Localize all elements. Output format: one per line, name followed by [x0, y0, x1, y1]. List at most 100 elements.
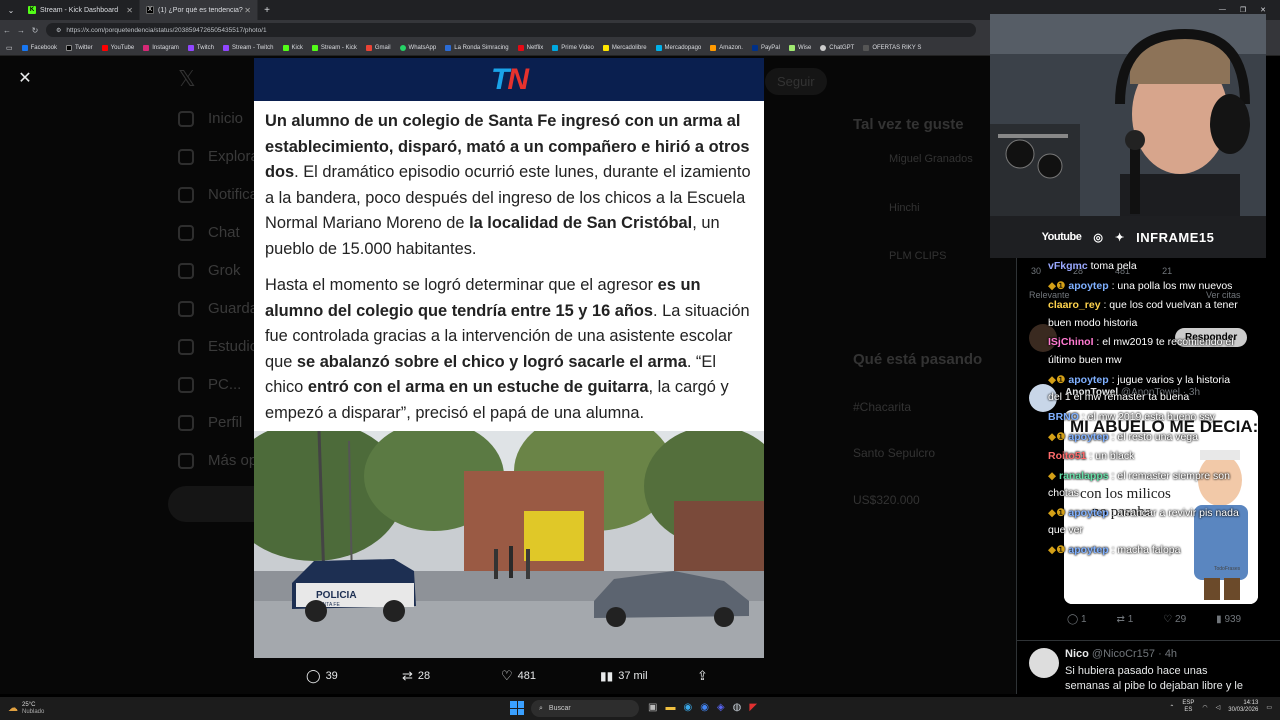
handle: @NicoCr157 · 4h	[1091, 648, 1178, 660]
chat-message: : un black	[1086, 450, 1135, 462]
nav-pc[interactable]: PC...	[178, 376, 241, 394]
chat-line: ◆❶ apoytep : macha falopa	[1048, 544, 1180, 557]
nav-profile[interactable]: Perfil	[178, 414, 242, 432]
tab-label: (1) ¿Por qué es tendencia? (@por...	[158, 6, 244, 14]
follow-button[interactable]: Seguir	[765, 68, 827, 95]
bookmark-la-ronda[interactable]: La Ronda Simracing	[445, 44, 509, 51]
weather-widget[interactable]: ☁ 25°C Nublado	[0, 702, 44, 716]
url-field[interactable]: ⚙ https://x.com/porquetendencia/status/2…	[46, 23, 976, 37]
bookmark-amazon[interactable]: Amazon.	[710, 44, 743, 51]
chat-username: ISjChinoI	[1048, 336, 1094, 348]
bookmark-mercadopago[interactable]: Mercadopago	[655, 44, 701, 51]
close-media-icon[interactable]: ✕	[16, 70, 34, 88]
bookmark-instagram[interactable]: Instagram	[143, 44, 179, 51]
bookmark-wise[interactable]: Wise	[788, 44, 811, 51]
chat-message: : macha falopa	[1108, 544, 1181, 556]
repost-icon[interactable]: ⇄ 1	[1117, 614, 1134, 625]
bookmark-youtube[interactable]: YouTube	[101, 44, 134, 51]
close-window-icon[interactable]: ✕	[1260, 6, 1266, 14]
nav-studio[interactable]: Estudio	[178, 338, 258, 356]
repost-button[interactable]: ⇄ 28	[402, 668, 430, 684]
bookmark-kick[interactable]: Kick	[282, 44, 303, 51]
app-icon[interactable]: ◤	[749, 702, 757, 713]
lang-code: ESP	[1182, 700, 1195, 706]
bookmark-prime[interactable]: Prime Video	[552, 44, 594, 51]
trend-3[interactable]: US$320.000	[853, 493, 920, 507]
taskbar-apps: ▣ ▬ ◉ ◉ ◈ ◍ ◤	[648, 702, 757, 713]
tab-search-icon[interactable]: ⌄	[0, 6, 22, 15]
suggestion-3[interactable]: PLM CLIPS	[889, 250, 946, 262]
nav-grok[interactable]: Grok	[178, 262, 241, 280]
site-info-icon[interactable]: ⚙	[56, 27, 61, 34]
new-tab-button[interactable]: +	[258, 5, 276, 16]
views-button[interactable]: ▮▮ 37 mil	[600, 669, 648, 683]
gmail-icon	[365, 44, 372, 51]
bookmark-twitch[interactable]: Twitch	[187, 44, 214, 51]
nav-home[interactable]: Inicio	[178, 110, 243, 128]
minimize-icon[interactable]: —	[1219, 6, 1226, 14]
bookmark-stream-kick[interactable]: Stream - Kick	[311, 44, 357, 51]
steam-icon[interactable]: ◍	[733, 702, 742, 713]
notifications-icon[interactable]: ▭	[1266, 704, 1272, 711]
taskbar-search[interactable]: ⌕ Buscar	[531, 700, 639, 717]
avatar[interactable]	[1029, 648, 1059, 678]
bookmark-mercadolibre[interactable]: Mercadolibre	[602, 44, 647, 51]
chat-line: BRNO : el mw 2019 esta bueno ssy	[1048, 411, 1215, 424]
suggestion-1[interactable]: Miguel Granados	[889, 153, 973, 165]
back-icon[interactable]: ←	[0, 26, 14, 35]
x-icon	[65, 44, 72, 51]
close-tab-icon[interactable]: ✕	[126, 6, 133, 15]
start-button[interactable]	[510, 701, 524, 715]
chrome-icon[interactable]: ◉	[700, 702, 709, 713]
close-tab-icon[interactable]: ✕	[244, 6, 251, 15]
chat-line: ◆❶ apoytep : una polla los mw nuevos	[1048, 280, 1232, 293]
whatsapp-icon	[399, 44, 406, 51]
discord-icon[interactable]: ◈	[717, 702, 725, 713]
windows-icon-pane	[517, 708, 524, 715]
heart-icon[interactable]: ♡ 29	[1163, 614, 1186, 625]
tab-x-post[interactable]: X (1) ¿Por qué es tendencia? (@por... ✕	[140, 0, 258, 20]
bookmark-ofertas[interactable]: OFERTAS RIKY S	[863, 44, 921, 51]
bookmark-gmail[interactable]: Gmail	[365, 44, 391, 51]
bookmark-label: Facebook	[30, 44, 57, 51]
views-icon[interactable]: ▮ 939	[1216, 614, 1241, 625]
reply-button[interactable]: ◯ 39	[306, 668, 338, 684]
bookmark-paypal[interactable]: PayPal	[751, 44, 780, 51]
trend-2[interactable]: Santo Sepulcro	[853, 446, 935, 460]
chat-line: ◆ ranalapps : el remaster siempre son	[1048, 470, 1230, 483]
chat-message: : el mw2019 te recomiendo el	[1093, 336, 1234, 348]
file-explorer-icon[interactable]: ▬	[665, 702, 675, 713]
tab-kick-dashboard[interactable]: K Stream - Kick Dashboard ✕	[22, 0, 140, 20]
suggestion-2[interactable]: Hinchi	[889, 202, 920, 214]
like-button[interactable]: ♡ 481	[501, 668, 536, 684]
maximize-icon[interactable]: ❐	[1240, 6, 1246, 14]
bookmark-stream-twitch[interactable]: Stream - Twitch	[222, 44, 274, 51]
bookmark-whatsapp[interactable]: WhatsApp	[399, 44, 436, 51]
bookmark-facebook[interactable]: Facebook	[21, 44, 57, 51]
bookmark-label: Gmail	[374, 44, 391, 51]
edge-icon[interactable]: ◉	[683, 702, 692, 713]
language-indicator[interactable]: ESP ES	[1182, 700, 1194, 714]
reload-icon[interactable]: ↻	[28, 26, 42, 35]
tn-logo-icon: TN	[491, 62, 529, 96]
reply-icon[interactable]: ◯ 1	[1067, 614, 1087, 625]
apps-icon[interactable]: ▭	[6, 44, 13, 52]
bookmark-chatgpt[interactable]: ChatGPT	[820, 44, 854, 51]
trend-1[interactable]: #Chacarita	[853, 400, 911, 414]
volume-icon[interactable]: ◁	[1216, 704, 1221, 711]
chat-message: : el mw 2019 esta bueno ssy	[1078, 411, 1215, 423]
nav-explore[interactable]: Explorar	[178, 148, 264, 166]
share-button[interactable]: ⇪	[697, 668, 708, 684]
bookmark-netflix[interactable]: Netflix	[517, 44, 543, 51]
bookmark-twitter[interactable]: Twitter	[65, 44, 93, 51]
forward-icon[interactable]: →	[14, 26, 28, 35]
nav-chat[interactable]: Chat	[178, 224, 240, 242]
chat-line: ◆❶ apoytep : jugue varios y la historia	[1048, 374, 1230, 387]
count: 1	[1080, 614, 1087, 625]
wifi-icon[interactable]: ◠	[1202, 704, 1207, 711]
task-view-icon[interactable]: ▣	[648, 702, 657, 713]
clock[interactable]: 14:13 30/03/2026	[1228, 700, 1258, 714]
tray-chevron-icon[interactable]: ⌃	[1169, 704, 1174, 711]
media-image[interactable]: TN Un alumno de un colegio de Santa Fe i…	[254, 58, 764, 658]
reply-icon: ◯	[306, 668, 321, 683]
